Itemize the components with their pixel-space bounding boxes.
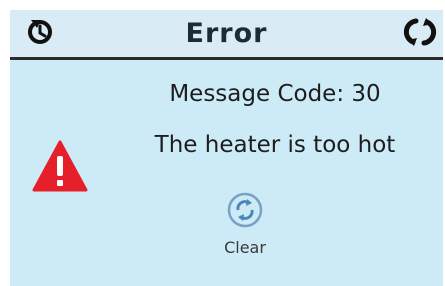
header-bar: Error [10,10,443,60]
clear-button[interactable]: Clear [210,190,280,274]
screen: Error Message Code: 30 The heater is too… [0,0,445,286]
page-title: Error [185,18,268,49]
message-code: Message Code: 30 [169,81,381,107]
warning-triangle-icon [32,140,88,192]
error-panel: Message Code: 30 The heater is too hot C… [10,60,443,286]
clear-cycle-icon [227,190,263,230]
cycle-icon[interactable] [403,16,437,48]
clear-button-label: Clear [224,238,266,257]
message-text: The heater is too hot [154,132,396,158]
